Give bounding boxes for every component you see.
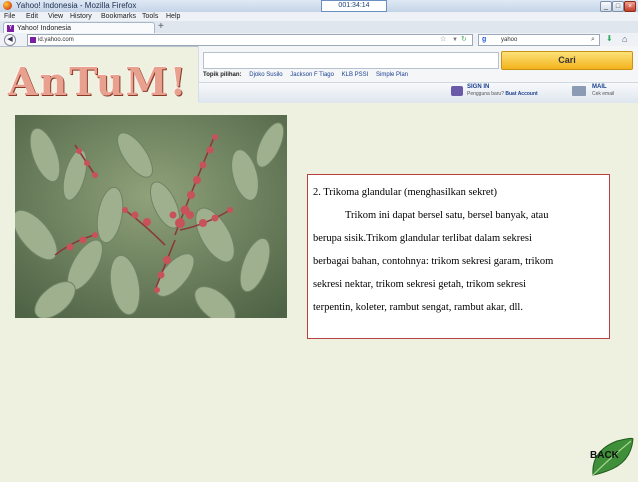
menu-help[interactable]: Help xyxy=(166,12,180,21)
mail-icon xyxy=(572,86,586,96)
paragraph-line: terpentin, koleter, rambut sengat, rambu… xyxy=(313,302,523,313)
paragraph-line: berupa sisik.Trikom glandular terlibat d… xyxy=(313,233,532,244)
history-dropdown-icon[interactable]: ▼ xyxy=(452,35,458,45)
menu-history[interactable]: History xyxy=(70,12,92,21)
address-input[interactable]: id.yahoo.com xyxy=(38,35,74,45)
browser-search-box[interactable]: g yahoo ⌕ xyxy=(478,34,600,46)
home-icon[interactable]: ⌂ xyxy=(622,34,627,44)
minimize-button[interactable]: _ xyxy=(600,1,612,12)
trikoma-heading: 2. Trikoma glandular (menghasilkan sekre… xyxy=(313,187,498,198)
topic-link[interactable]: Simple Plan xyxy=(376,72,408,78)
yahoo-favicon-icon: Y xyxy=(7,25,14,32)
search-input[interactable]: yahoo xyxy=(501,35,517,45)
address-bar[interactable]: id.yahoo.com ☆ ▼ ↻ xyxy=(27,34,473,46)
topic-link[interactable]: Jackson F Tiago xyxy=(290,72,334,78)
cari-button[interactable]: Cari xyxy=(501,51,633,70)
antum-logo: AnTuM! xyxy=(8,59,189,104)
new-user-text: Pengguna baru? Buat Account xyxy=(467,91,538,98)
site-identity-icon xyxy=(30,37,36,43)
yahoo-page-strip: Cari Topik pilihan: Djoko Susilo Jackson… xyxy=(198,46,638,103)
menu-edit[interactable]: Edit xyxy=(26,12,38,21)
maximize-button[interactable]: □ xyxy=(612,1,624,12)
search-icon[interactable]: ⌕ xyxy=(591,35,595,45)
close-button[interactable]: × xyxy=(624,1,636,12)
yahoo-search-input[interactable] xyxy=(203,52,499,69)
reload-icon[interactable]: ↻ xyxy=(461,35,467,45)
new-tab-button[interactable]: + xyxy=(158,22,164,32)
paragraph-line: sekresi nektar, trikom sekresi getah, tr… xyxy=(313,279,527,290)
menu-file[interactable]: File xyxy=(4,12,15,21)
bookmark-star-icon[interactable]: ☆ xyxy=(440,35,446,45)
back-label[interactable]: BACK xyxy=(590,450,619,461)
firefox-icon xyxy=(3,1,12,10)
topics-label: Topik pilihan: xyxy=(203,72,242,78)
sign-in-link[interactable]: SIGN IN xyxy=(467,84,489,91)
mail-link[interactable]: MAIL xyxy=(592,84,607,91)
content-textbox: 2. Trikoma glandular (menghasilkan sekre… xyxy=(307,174,610,339)
create-account-link[interactable]: Buat Account xyxy=(505,91,537,97)
plant-photo xyxy=(15,115,287,318)
topic-link[interactable]: Djoko Susilo xyxy=(249,72,282,78)
window-title: Yahoo! Indonesia - Mozilla Firefox xyxy=(16,1,137,10)
back-arrow-icon[interactable]: ◀ xyxy=(4,34,16,46)
paragraph-line: berbagai bahan, contohnya: trikom sekres… xyxy=(313,256,554,267)
paragraph-line: Trikom ini dapat bersel satu, bersel ban… xyxy=(345,210,549,221)
topics-row: Topik pilihan: Djoko Susilo Jackson F Ti… xyxy=(203,71,414,79)
new-user-prefix: Pengguna baru? xyxy=(467,91,504,97)
search-engine-icon[interactable]: g xyxy=(482,35,486,45)
download-arrow-icon[interactable]: ⬇ xyxy=(606,34,613,44)
menu-view[interactable]: View xyxy=(48,12,63,21)
menu-tools[interactable]: Tools xyxy=(142,12,158,21)
topic-link[interactable]: KLB PSSI xyxy=(342,72,369,78)
mail-subtext: Cek email xyxy=(592,91,615,97)
navigation-bar: ◀ id.yahoo.com ☆ ▼ ↻ g yahoo ⌕ ⬇ ⌂ xyxy=(0,33,638,47)
menu-bar: File Edit View History Bookmarks Tools H… xyxy=(0,12,638,21)
timer-display: 001:34:14 xyxy=(321,0,387,12)
user-icon xyxy=(451,86,463,96)
menu-bookmarks[interactable]: Bookmarks xyxy=(101,12,136,21)
